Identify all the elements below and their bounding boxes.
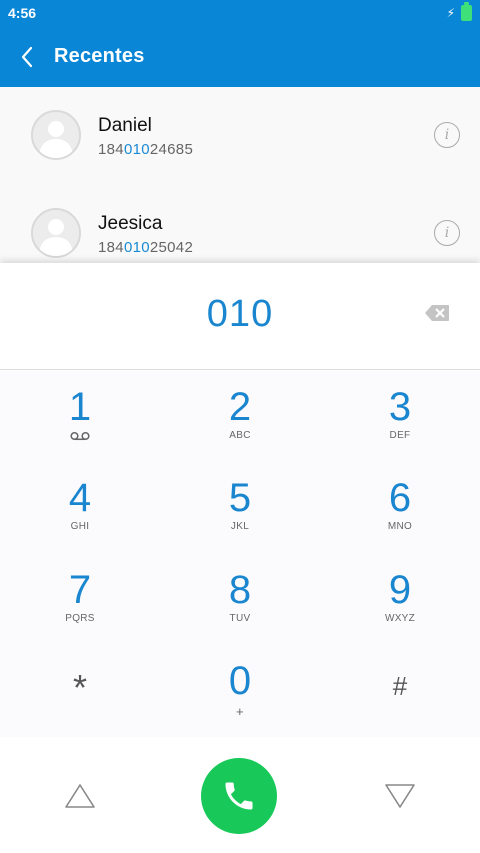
triangle-down-icon[interactable] bbox=[384, 783, 416, 809]
triangle-up-icon[interactable] bbox=[64, 783, 96, 809]
keypad: 1 2 ABC 3 DEF 4 GHI 5 JKL 6 MNO 7 PQRS 8… bbox=[0, 371, 480, 737]
contact-number: 18401025042 bbox=[98, 239, 193, 256]
person-icon bbox=[39, 219, 73, 256]
key-star[interactable]: * bbox=[0, 645, 160, 736]
number-prefix: 184 bbox=[98, 141, 124, 158]
key-digit: 4 bbox=[68, 476, 92, 520]
key-6[interactable]: 6 MNO bbox=[320, 462, 480, 553]
page-title: Recentes bbox=[54, 45, 145, 67]
key-letters: MNO bbox=[387, 521, 413, 532]
key-8[interactable]: 8 TUV bbox=[160, 554, 320, 645]
status-bar: 4:56 ⚡ bbox=[0, 0, 480, 26]
dialer-panel: 010 1 2 ABC 3 DEF 4 GHI 5 JKL 6 MNO 7 PQ… bbox=[0, 263, 480, 853]
key-letters: JKL bbox=[230, 521, 250, 532]
dial-input-area: 010 bbox=[0, 263, 480, 370]
number-match: 010 bbox=[123, 141, 150, 158]
status-time: 4:56 bbox=[8, 5, 37, 21]
number-suffix: 25042 bbox=[149, 239, 194, 256]
key-letters: + bbox=[236, 704, 244, 719]
key-letters: ABC bbox=[229, 430, 251, 441]
key-letters: PQRS bbox=[65, 613, 95, 624]
key-symbol: * bbox=[72, 667, 87, 708]
dial-input[interactable]: 010 bbox=[0, 293, 480, 336]
number-prefix: 184 bbox=[98, 239, 124, 256]
battery-icon bbox=[461, 2, 472, 21]
key-9[interactable]: 9 WXYZ bbox=[320, 554, 480, 645]
info-icon[interactable]: i bbox=[434, 122, 460, 148]
key-4[interactable]: 4 GHI bbox=[0, 462, 160, 553]
backspace-button[interactable] bbox=[424, 304, 450, 327]
app-bar: Recentes bbox=[0, 26, 480, 87]
contact-name: Jeesica bbox=[98, 213, 163, 234]
key-letters: WXYZ bbox=[384, 613, 416, 624]
list-item[interactable]: Daniel 18401024685 i bbox=[0, 87, 480, 185]
charging-icon: ⚡ bbox=[446, 6, 455, 20]
key-7[interactable]: 7 PQRS bbox=[0, 554, 160, 645]
phone-icon bbox=[225, 782, 253, 810]
key-5[interactable]: 5 JKL bbox=[160, 462, 320, 553]
person-icon bbox=[39, 121, 73, 158]
key-digit: 5 bbox=[228, 476, 252, 520]
avatar bbox=[31, 208, 81, 258]
key-digit: 8 bbox=[228, 568, 252, 612]
key-digit: 2 bbox=[228, 385, 252, 429]
key-1[interactable]: 1 bbox=[0, 371, 160, 462]
voicemail-icon bbox=[70, 431, 90, 441]
key-0[interactable]: 0 + bbox=[160, 645, 320, 736]
contact-number: 18401024685 bbox=[98, 141, 193, 158]
key-letters: TUV bbox=[229, 613, 251, 624]
dialer-actions bbox=[0, 737, 480, 853]
key-2[interactable]: 2 ABC bbox=[160, 371, 320, 462]
key-digit: 6 bbox=[388, 476, 412, 520]
key-digit: 9 bbox=[388, 568, 412, 612]
info-icon[interactable]: i bbox=[434, 220, 460, 246]
key-symbol: # bbox=[392, 671, 408, 701]
status-icons: ⚡ bbox=[446, 2, 472, 21]
call-button[interactable] bbox=[201, 758, 277, 834]
key-digit: 7 bbox=[68, 568, 92, 612]
key-letters: GHI bbox=[70, 521, 90, 532]
key-digit: 0 bbox=[228, 659, 252, 703]
number-match: 010 bbox=[123, 239, 150, 256]
number-suffix: 24685 bbox=[149, 141, 194, 158]
key-hash[interactable]: # bbox=[320, 645, 480, 736]
recent-contacts-list: Daniel 18401024685 i Jeesica 18401025042… bbox=[0, 87, 480, 283]
contact-name: Daniel bbox=[98, 115, 152, 136]
avatar bbox=[31, 110, 81, 160]
key-digit: 1 bbox=[68, 385, 92, 429]
back-button[interactable] bbox=[0, 26, 54, 87]
backspace-icon bbox=[425, 305, 449, 321]
key-3[interactable]: 3 DEF bbox=[320, 371, 480, 462]
key-digit: 3 bbox=[388, 385, 412, 429]
key-letters: DEF bbox=[389, 430, 411, 441]
chevron-left-icon bbox=[21, 46, 33, 67]
